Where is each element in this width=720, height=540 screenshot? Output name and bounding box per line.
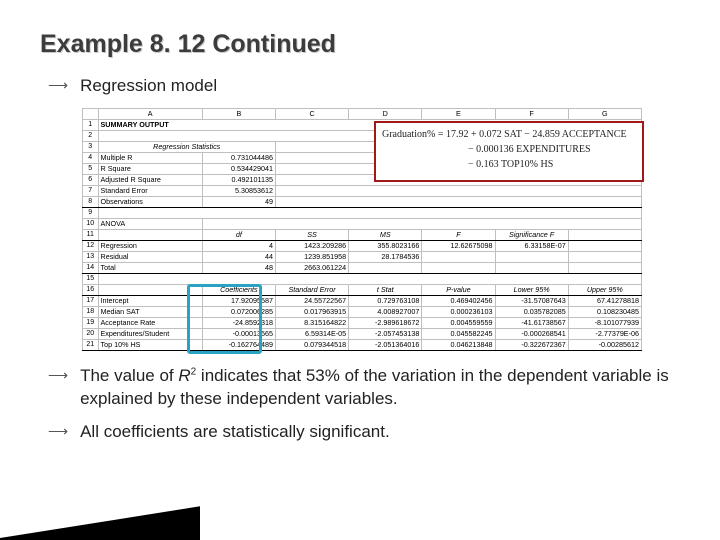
- header-row: A B C D E F G: [83, 108, 642, 119]
- table-row: 11dfSSMSFSignificance F: [83, 229, 642, 240]
- slide-title: Example 8. 12 Continued: [40, 30, 680, 59]
- bullet-icon: ⟶: [48, 367, 68, 384]
- table-row: 18Median SAT0.0720062850.0179639154.0089…: [83, 306, 642, 317]
- table-row: 8Observations49: [83, 196, 642, 207]
- table-row: 17Intercept17.9209558724.557225670.72976…: [83, 295, 642, 306]
- table-row: 10ANOVA: [83, 218, 642, 229]
- slide-corner-decoration: [0, 480, 200, 540]
- equation-line-2: − 0.000136 EXPENDITURES: [382, 142, 636, 157]
- bullet-3-text: All coefficients are statistically signi…: [80, 421, 390, 444]
- col-F: F: [495, 108, 568, 119]
- table-row: 20Expenditures/Student-0.000135656.59314…: [83, 328, 642, 339]
- slide: Example 8. 12 Continued ⟶ Regression mod…: [0, 0, 720, 540]
- table-row: 9: [83, 207, 642, 218]
- table-row: 7Standard Error5.30853612: [83, 185, 642, 196]
- table-row: 21Top 10% HS-0.1627644890.079344518-2.05…: [83, 339, 642, 350]
- table-row: 14Total482663.061224: [83, 262, 642, 273]
- col-C: C: [275, 108, 348, 119]
- table-row: 15: [83, 273, 642, 284]
- bullet-3: ⟶ All coefficients are statistically sig…: [48, 421, 680, 444]
- col-B: B: [202, 108, 275, 119]
- bullet-1: ⟶ Regression model: [48, 75, 680, 98]
- col-A: A: [98, 108, 202, 119]
- bullet-icon: ⟶: [48, 423, 68, 440]
- regression-figure: A B C D E F G 1SUMMARY OUTPUT 2 3Regress…: [82, 108, 642, 351]
- table-row: 19Acceptance Rate-24.85923188.315164822-…: [83, 317, 642, 328]
- reg-stats-header: Regression Statistics: [98, 141, 275, 152]
- bullet-icon: ⟶: [48, 77, 68, 94]
- table-row: 16CoefficientsStandard Errort StatP-valu…: [83, 284, 642, 295]
- col-G: G: [568, 108, 641, 119]
- anova-label: ANOVA: [98, 218, 202, 229]
- col-E: E: [422, 108, 495, 119]
- table-row: 13Residual441239.85195828.1784536: [83, 251, 642, 262]
- equation-line-3: − 0.163 TOP10% HS: [382, 157, 636, 172]
- bullet-2: ⟶ The value of R2 indicates that 53% of …: [48, 365, 680, 411]
- equation-line-1: Graduation% = 17.92 + 0.072 SAT − 24.859…: [382, 127, 636, 142]
- col-D: D: [349, 108, 422, 119]
- bullet-1-text: Regression model: [80, 75, 217, 98]
- table-row: 12Regression41423.209286355.802316612.62…: [83, 240, 642, 251]
- corner-cell: [83, 108, 99, 119]
- equation-callout: Graduation% = 17.92 + 0.072 SAT − 24.859…: [374, 121, 644, 182]
- bullet-2-text: The value of R2 indicates that 53% of th…: [80, 365, 680, 411]
